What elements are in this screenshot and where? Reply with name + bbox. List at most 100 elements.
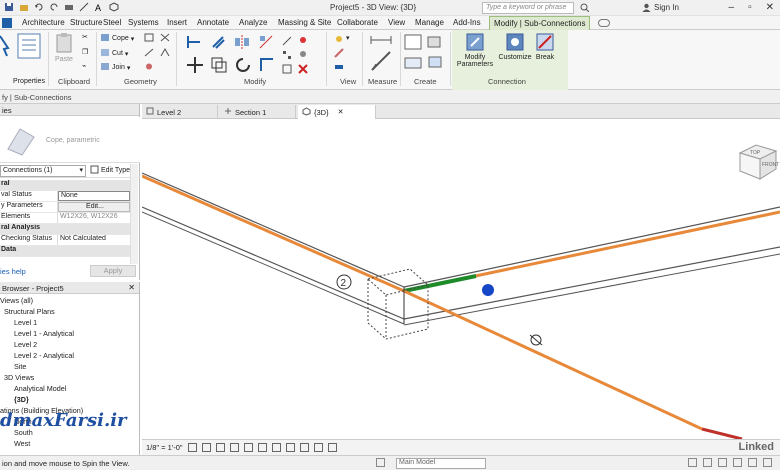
- hide-icon[interactable]: [334, 34, 344, 46]
- tab-systems[interactable]: Systems: [128, 18, 159, 27]
- shadows-icon[interactable]: [229, 443, 239, 452]
- split-icon[interactable]: [282, 36, 292, 48]
- tab-add-ins[interactable]: Add-Ins: [453, 18, 481, 27]
- close-icon[interactable]: ✕: [766, 2, 774, 13]
- property-section-header[interactable]: ral: [0, 180, 130, 191]
- browser-tree-item[interactable]: Level 2 - Analytical: [0, 350, 139, 361]
- cope-button[interactable]: Cope ▾: [100, 33, 134, 44]
- redo-icon[interactable]: [49, 2, 59, 12]
- temp-hide-icon[interactable]: [299, 443, 309, 452]
- linework-icon[interactable]: [334, 62, 344, 74]
- modify-parameters-button[interactable]: Modify Parameters: [456, 32, 494, 68]
- detail-level-icon[interactable]: [187, 443, 197, 452]
- view-scale[interactable]: 1/8" = 1'-0": [146, 443, 183, 452]
- lock-view-icon[interactable]: [285, 443, 295, 452]
- properties-scrollbar[interactable]: [130, 164, 138, 264]
- instance-filter-select[interactable]: Connections (1): [0, 164, 86, 177]
- override-graphics-icon[interactable]: [334, 48, 344, 60]
- tab-structure[interactable]: Structure: [70, 18, 102, 27]
- align-icon[interactable]: [186, 34, 202, 52]
- tab-view[interactable]: View: [388, 18, 405, 27]
- file-tab-icon[interactable]: [2, 18, 12, 28]
- tab-massing-site[interactable]: Massing & Site: [278, 18, 331, 27]
- user-icon[interactable]: [642, 3, 651, 14]
- browser-tree-item[interactable]: Level 1 - Analytical: [0, 328, 139, 339]
- print-icon[interactable]: [64, 2, 74, 12]
- create-similar-icon[interactable]: [426, 54, 444, 72]
- apply-button[interactable]: Apply: [90, 265, 136, 277]
- tab-collaborate[interactable]: Collaborate: [337, 18, 378, 27]
- pin-icon[interactable]: [298, 36, 308, 48]
- geometry-tool-c[interactable]: [144, 62, 154, 73]
- customize-button[interactable]: Customize: [496, 32, 534, 61]
- edit-type-button[interactable]: Edit Type: [90, 165, 130, 176]
- measure-between-icon[interactable]: [370, 34, 392, 48]
- geometry-tool-a[interactable]: [144, 33, 154, 44]
- properties-button[interactable]: Properties: [12, 32, 46, 85]
- browser-tree-item[interactable]: Level 2: [0, 339, 139, 350]
- move-icon[interactable]: [186, 56, 204, 76]
- search-input[interactable]: Type a keyword or phrase: [482, 2, 574, 14]
- select-links-icon[interactable]: [688, 458, 697, 467]
- browser-tree-item[interactable]: Structural Plans: [0, 306, 139, 317]
- browser-tree-item[interactable]: Site: [0, 361, 139, 372]
- geometry-tool-e[interactable]: [160, 47, 170, 59]
- property-section-header[interactable]: ral Analysis: [0, 224, 130, 235]
- cut-icon-button[interactable]: ✂: [82, 33, 88, 41]
- create-assembly-icon[interactable]: [404, 34, 422, 52]
- drag-elements-icon[interactable]: [748, 458, 757, 467]
- select-underlay-icon[interactable]: [703, 458, 712, 467]
- tab-insert[interactable]: Insert: [167, 18, 187, 27]
- tab-analyze[interactable]: Analyze: [239, 18, 267, 27]
- view-cube[interactable]: TOP FRONT: [734, 141, 780, 181]
- rotate-icon[interactable]: [234, 56, 252, 76]
- browser-tree-item[interactable]: Analytical Model: [0, 383, 139, 394]
- save-icon[interactable]: [4, 2, 14, 12]
- 3d-view-canvas[interactable]: 2 TOP FRONT: [142, 119, 780, 439]
- tab-manage[interactable]: Manage: [415, 18, 444, 27]
- tab-section-1[interactable]: Section 1: [220, 105, 296, 119]
- search-icon[interactable]: [580, 3, 590, 14]
- browser-tree-item[interactable]: Views (all): [0, 295, 139, 306]
- maximize-icon[interactable]: ▫: [748, 2, 752, 13]
- property-value[interactable]: Edit...: [58, 202, 130, 212]
- delete-icon[interactable]: [298, 64, 308, 76]
- tab-modify-sub-connections[interactable]: Modify | Sub-Connections: [489, 16, 591, 30]
- measure-icon[interactable]: [79, 2, 89, 12]
- tab-steel[interactable]: Steel: [103, 18, 121, 27]
- mirror-axis-icon[interactable]: [234, 34, 250, 52]
- paste-button[interactable]: Paste: [52, 32, 76, 63]
- 3d-view-icon[interactable]: [109, 2, 119, 12]
- crop-view-icon[interactable]: [257, 443, 267, 452]
- browser-tree-item[interactable]: Level 1: [0, 317, 139, 328]
- reveal-hidden-icon[interactable]: [313, 443, 323, 452]
- worksets-icon[interactable]: [376, 458, 385, 467]
- tab-level-2[interactable]: Level 2: [142, 105, 218, 119]
- sign-in-button[interactable]: Sign In: [654, 3, 679, 12]
- close-icon[interactable]: ✕: [128, 283, 135, 292]
- mirror-draw-icon[interactable]: [258, 34, 274, 52]
- create-group-icon[interactable]: [404, 54, 422, 72]
- match-type-button[interactable]: ⌁: [82, 62, 86, 70]
- array-icon[interactable]: [282, 50, 292, 62]
- browser-tree-item[interactable]: {3D}: [0, 394, 139, 405]
- filter-icon[interactable]: [763, 458, 772, 467]
- select-pinned-icon[interactable]: [718, 458, 727, 467]
- create-parts-icon[interactable]: [426, 34, 444, 52]
- visual-style-icon[interactable]: [201, 443, 211, 452]
- cut-button[interactable]: Cut ▾: [100, 48, 128, 59]
- select-by-face-icon[interactable]: [733, 458, 742, 467]
- dimension-icon[interactable]: [370, 50, 392, 74]
- text-icon[interactable]: A: [94, 2, 104, 13]
- copy-icon-button[interactable]: ❐: [82, 48, 88, 56]
- tab-architecture[interactable]: Architecture: [22, 18, 65, 27]
- unpin-icon[interactable]: [298, 50, 308, 62]
- analytical-model-icon[interactable]: [327, 443, 337, 452]
- browser-tree-item[interactable]: 3D Views: [0, 372, 139, 383]
- break-button[interactable]: Break: [532, 32, 558, 61]
- ribbon-options-icon[interactable]: [598, 19, 610, 27]
- scale-icon[interactable]: [282, 64, 292, 76]
- offset-icon[interactable]: [210, 34, 226, 52]
- properties-help-link[interactable]: ies help: [0, 267, 26, 276]
- active-model-select[interactable]: Main Model: [396, 458, 486, 469]
